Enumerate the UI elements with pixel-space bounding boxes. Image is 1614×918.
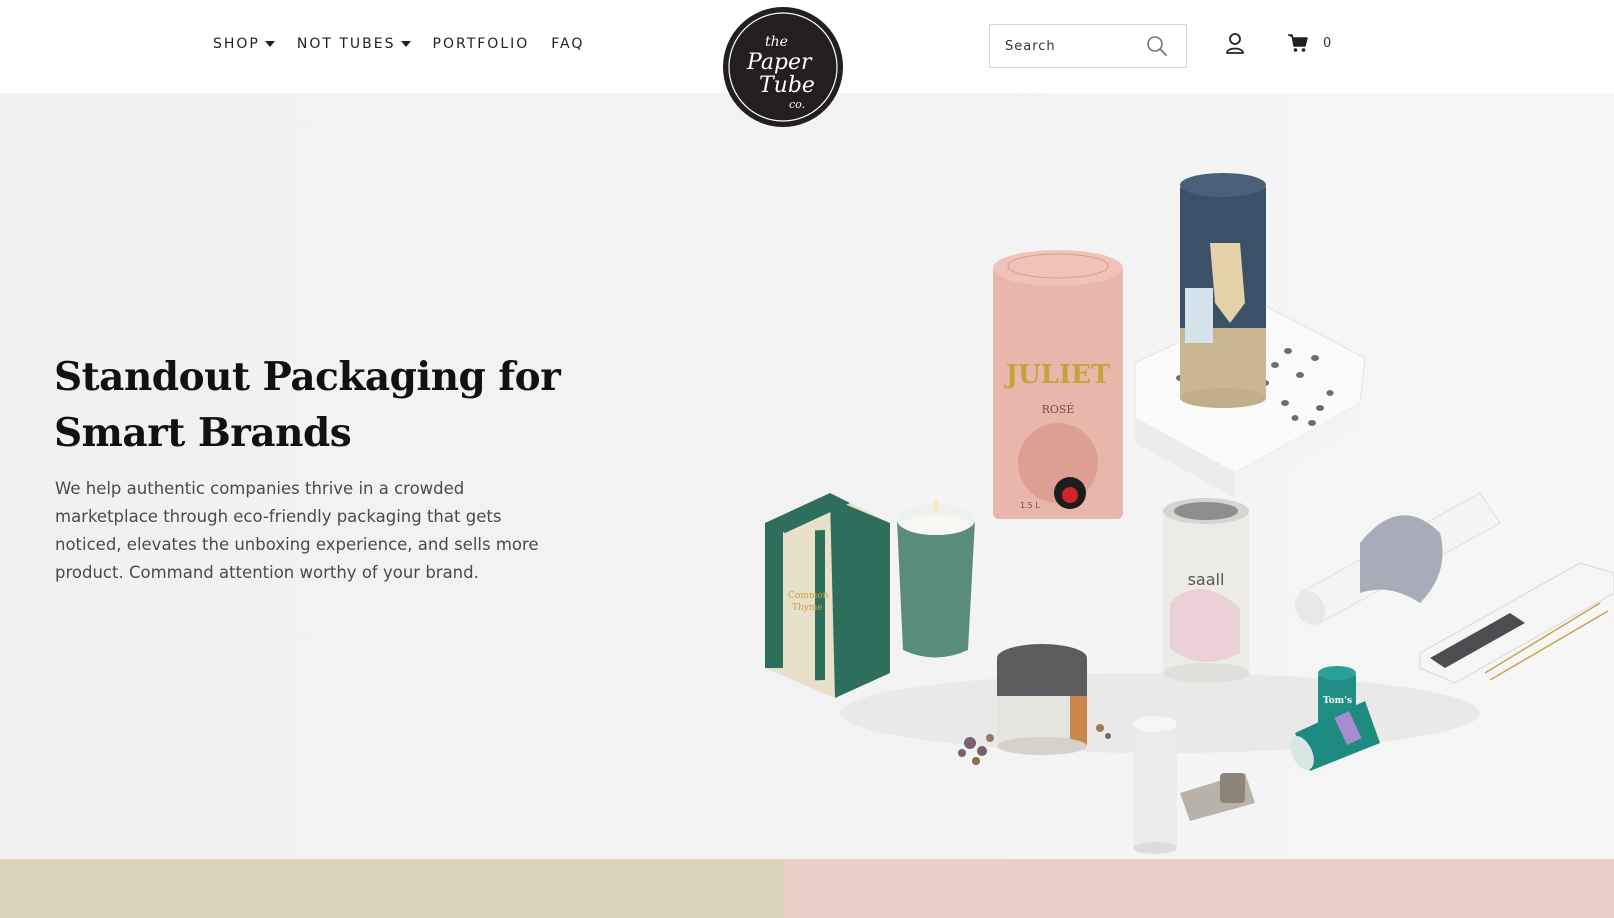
logo-text-paper: Paper <box>746 50 813 75</box>
hero-section: Standout Packaging for Smart Brands We h… <box>0 93 1614 859</box>
logo-text-tube: Tube <box>759 73 815 98</box>
pen-silver <box>1180 773 1255 821</box>
brand-logo[interactable]: the Paper Tube co. <box>719 4 847 130</box>
account-icon[interactable] <box>1225 32 1245 54</box>
search-box <box>989 24 1187 68</box>
product-collage-image: JULIET ROSÉ 1.5 L Common Thyme saall Tom… <box>765 173 1614 854</box>
cart-count: 0 <box>1323 35 1332 51</box>
cart-button[interactable]: 0 <box>1287 32 1331 54</box>
slide-box <box>1419 562 1614 684</box>
nav-item-portfolio[interactable]: PORTFOLIO <box>433 36 530 52</box>
search-input[interactable] <box>990 38 1150 54</box>
feature-strip-left <box>0 859 785 918</box>
svg-text:Common: Common <box>788 591 829 601</box>
hero-title: Standout Packaging for Smart Brands <box>54 349 614 461</box>
hero-title-line-1: Standout Packaging for <box>54 354 561 400</box>
saall-tube: saall <box>1163 498 1249 683</box>
blue-tube <box>1180 173 1266 408</box>
nav-item-label: PORTFOLIO <box>432 36 530 52</box>
caret-down-icon <box>264 41 275 47</box>
lying-white-tube <box>1294 492 1501 626</box>
nav-item-label: FAQ <box>551 36 585 52</box>
nav-item-shop[interactable]: SHOP <box>213 36 275 52</box>
nav-item-faq[interactable]: FAQ <box>551 36 584 52</box>
caret-down-icon <box>400 41 411 47</box>
search-icon[interactable] <box>1146 35 1168 57</box>
grey-tin <box>997 644 1087 755</box>
main-nav: SHOP NOT TUBES PORTFOLIO FAQ <box>213 36 584 52</box>
nav-item-label: NOT TUBES <box>296 36 396 52</box>
hero-title-line-2: Smart Brands <box>54 410 352 456</box>
nav-item-not-tubes[interactable]: NOT TUBES <box>297 36 411 52</box>
saall-label: saall <box>1188 570 1225 589</box>
cart-icon <box>1288 34 1308 52</box>
green-box: Common Thyme <box>765 493 890 698</box>
hero-description: We help authentic companies thrive in a … <box>55 479 539 582</box>
volume-label: 1.5 L <box>1020 501 1040 510</box>
nav-item-label: SHOP <box>213 36 260 52</box>
feature-strip-right <box>785 859 1614 918</box>
svg-text:Thyme: Thyme <box>792 603 823 613</box>
juliet-tube: JULIET ROSÉ 1.5 L <box>993 250 1123 519</box>
rose-label: ROSÉ <box>1042 402 1075 416</box>
logo-text-co: co. <box>789 98 805 111</box>
logo-text-the: the <box>765 34 788 50</box>
site-header: SHOP NOT TUBES PORTFOLIO FAQ the Paper T… <box>0 0 1614 127</box>
small-white-tube <box>1133 716 1177 854</box>
toms-label: Tom's <box>1323 696 1352 706</box>
candle <box>897 498 975 658</box>
juliet-label: JULIET <box>1004 360 1111 390</box>
